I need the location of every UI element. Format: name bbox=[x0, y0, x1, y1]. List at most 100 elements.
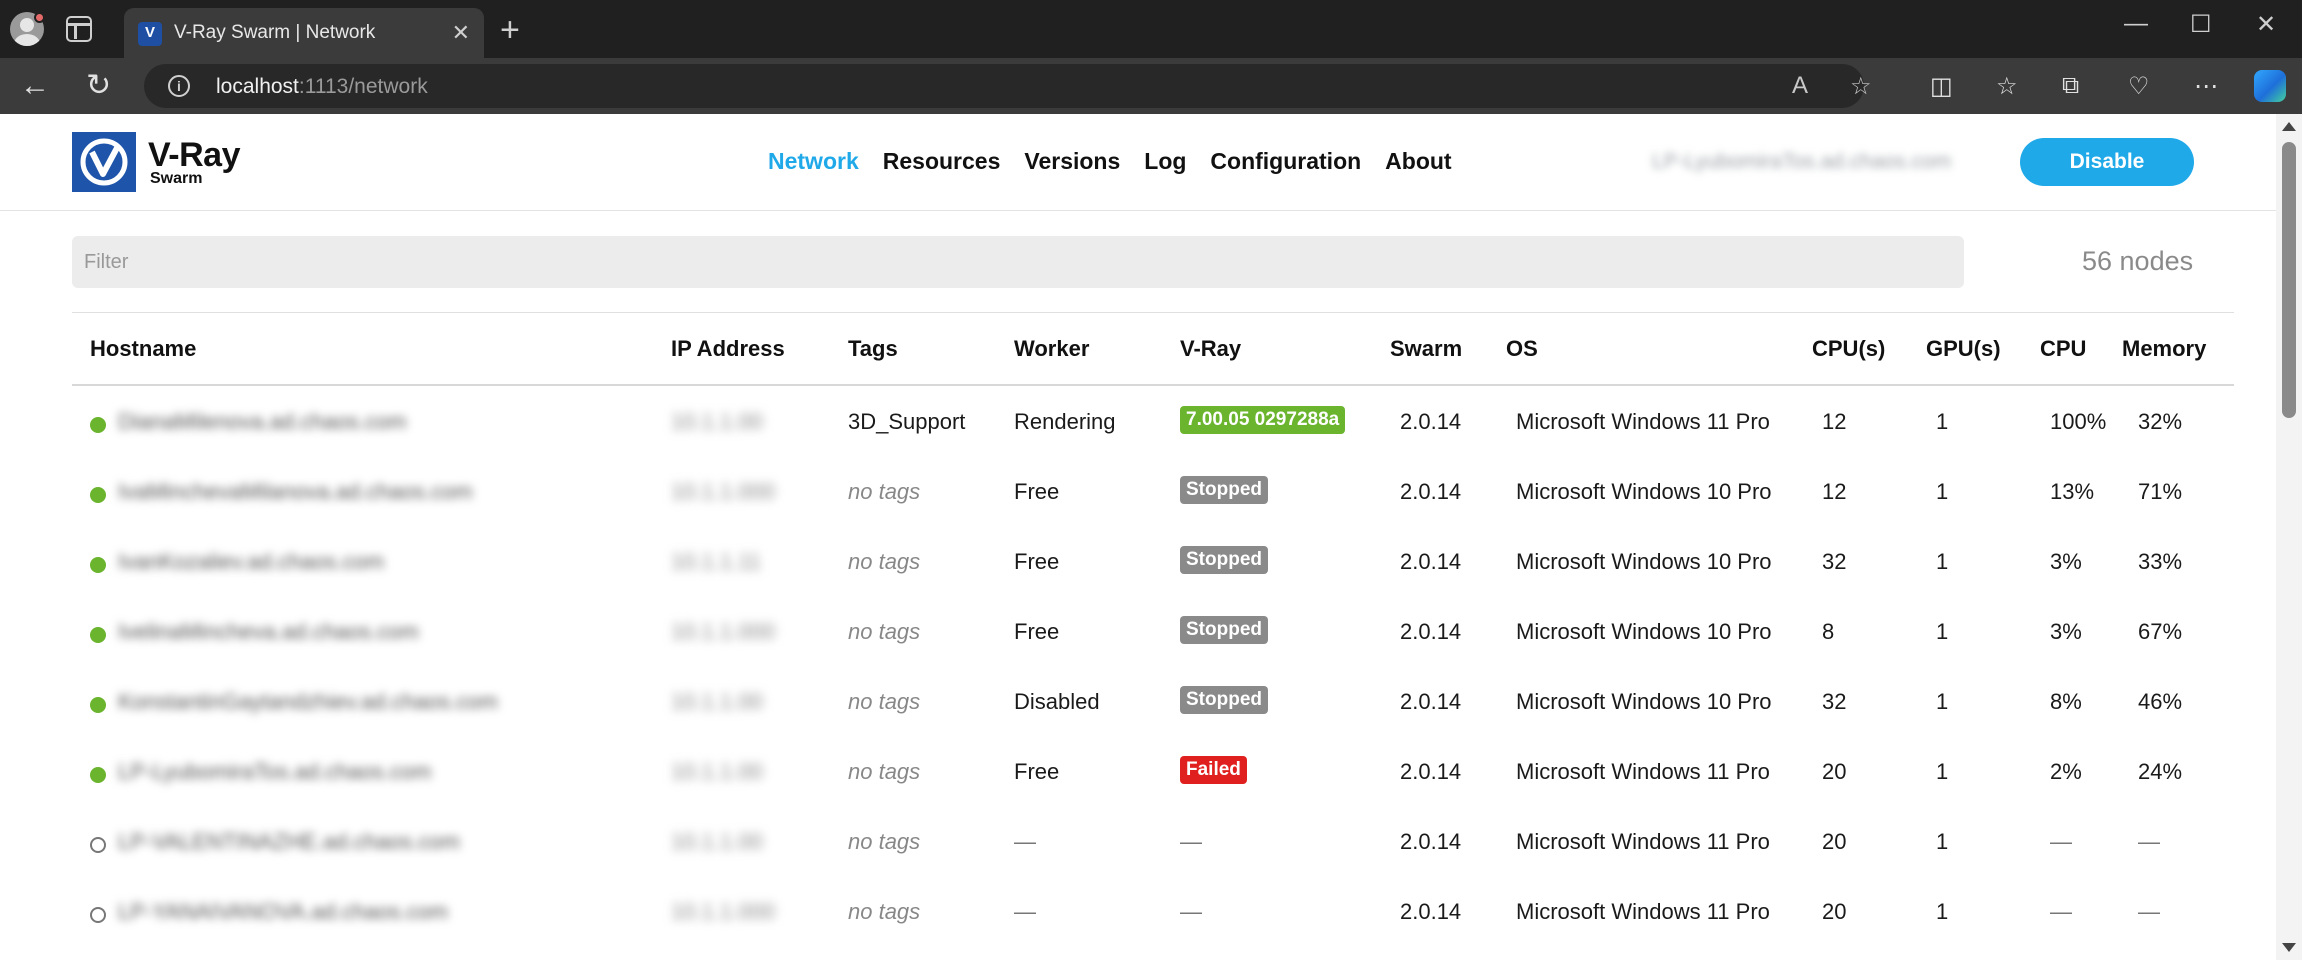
read-aloud-icon[interactable]: A bbox=[1792, 72, 1808, 100]
hostname[interactable]: KonstantinGaytandzhiev.ad.chaos.com bbox=[118, 689, 498, 715]
swarm-version: 2.0.14 bbox=[1400, 549, 1462, 574]
close-tab-icon[interactable]: ✕ bbox=[452, 20, 470, 46]
vray-status-badge: 7.00.05 0297288a bbox=[1180, 406, 1346, 434]
scrollbar[interactable] bbox=[2276, 114, 2302, 960]
back-icon[interactable]: ← bbox=[20, 66, 50, 106]
os-name: Microsoft Windows 10 Pro bbox=[1516, 689, 1772, 714]
worker-status: Free bbox=[1014, 619, 1060, 644]
hostname[interactable]: IvanKozaliev.ad.chaos.com bbox=[118, 549, 384, 575]
tags: no tags bbox=[848, 899, 921, 924]
minimize-icon[interactable]: — bbox=[2124, 10, 2148, 38]
os-name: Microsoft Windows 11 Pro bbox=[1516, 759, 1770, 784]
hostname[interactable]: IvaMinchevaMilanova.ad.chaos.com bbox=[118, 479, 473, 505]
col-hostname[interactable]: Hostname bbox=[90, 336, 196, 362]
col-cpus[interactable]: CPU(s) bbox=[1812, 336, 1885, 362]
browser-tab[interactable]: V-Ray Swarm | Network ✕ bbox=[124, 8, 484, 58]
nav-log[interactable]: Log bbox=[1144, 148, 1186, 175]
vray-status-badge: Stopped bbox=[1180, 686, 1268, 714]
col-swarm[interactable]: Swarm bbox=[1390, 336, 1462, 362]
hostname[interactable]: LP-VALENTINAZHE.ad.chaos.com bbox=[118, 829, 460, 855]
collections-icon[interactable]: ⧉ bbox=[2062, 72, 2079, 100]
gpu-count: 1 bbox=[1936, 899, 1949, 924]
table-row[interactable]: LP-YANAIVANOVA.ad.chaos.com 10.1.1.000 no … bbox=[72, 878, 2234, 948]
col-vray[interactable]: V-Ray bbox=[1180, 336, 1241, 362]
cpu-usage: 100% bbox=[2050, 409, 2107, 434]
tab-actions-icon[interactable] bbox=[66, 16, 92, 42]
col-gpus[interactable]: GPU(s) bbox=[1926, 336, 2001, 362]
node-count: 56 nodes bbox=[2082, 246, 2194, 276]
logo-subtitle: Swarm bbox=[150, 170, 203, 187]
nav-network[interactable]: Network bbox=[768, 148, 859, 175]
ip-address: 10.1.1.000 bbox=[671, 619, 775, 644]
nav-resources[interactable]: Resources bbox=[883, 148, 1001, 175]
ip-address: 10.1.1.000 bbox=[671, 899, 775, 924]
favorite-star-icon[interactable]: ☆ bbox=[1850, 72, 1872, 101]
url-text: localhost:1113/network bbox=[216, 75, 428, 98]
disable-button[interactable]: Disable bbox=[2020, 138, 2194, 186]
table-header: Hostname IP Address Tags Worker V-Ray Sw… bbox=[72, 314, 2234, 386]
url-field[interactable]: i localhost:1113/network A ☆ bbox=[144, 64, 1872, 108]
table-row[interactable]: IvanKozaliev.ad.chaos.com 10.1.1.11 no tag… bbox=[72, 528, 2234, 598]
cpu-count: 20 bbox=[1822, 829, 1847, 854]
table-row[interactable]: DianaMilenova.ad.chaos.com 10.1.1.00 3D_Su… bbox=[72, 388, 2234, 458]
scrollbar-thumb[interactable] bbox=[2282, 142, 2296, 418]
browser-essentials-icon[interactable]: ♡ bbox=[2128, 72, 2150, 101]
scroll-down-icon[interactable] bbox=[2282, 943, 2296, 952]
tags: no tags bbox=[848, 829, 921, 854]
scroll-up-icon[interactable] bbox=[2282, 122, 2296, 131]
nav-versions[interactable]: Versions bbox=[1024, 148, 1120, 175]
copilot-icon[interactable] bbox=[2254, 70, 2286, 102]
col-worker[interactable]: Worker bbox=[1014, 336, 1089, 362]
ip-address: 10.1.1.00 bbox=[671, 829, 763, 854]
current-host: LP-LyubomiraTos.ad.chaos.com bbox=[1652, 150, 1952, 173]
cpu-count: 32 bbox=[1822, 549, 1847, 574]
col-ip-address[interactable]: IP Address bbox=[671, 336, 785, 362]
online-status-icon bbox=[90, 627, 106, 643]
os-name: Microsoft Windows 10 Pro bbox=[1516, 619, 1772, 644]
tab-title: V-Ray Swarm | Network bbox=[174, 22, 376, 43]
site-info-icon[interactable]: i bbox=[168, 75, 190, 97]
tags: no tags bbox=[848, 689, 921, 714]
gpu-count: 1 bbox=[1936, 619, 1949, 644]
table-row[interactable]: LP-VALENTINAZHE.ad.chaos.com 10.1.1.00 no … bbox=[72, 808, 2234, 878]
split-screen-icon[interactable]: ◫ bbox=[1930, 72, 1953, 101]
hostname[interactable]: IvelinaMincheva.ad.chaos.com bbox=[118, 619, 419, 645]
hostname[interactable]: LP-YANAIVANOVA.ad.chaos.com bbox=[118, 899, 448, 925]
os-name: Microsoft Windows 10 Pro bbox=[1516, 479, 1772, 504]
ip-address: 10.1.1.00 bbox=[671, 409, 763, 434]
hostname[interactable]: DianaMilenova.ad.chaos.com bbox=[118, 409, 407, 435]
nav-configuration[interactable]: Configuration bbox=[1210, 148, 1361, 175]
swarm-version: 2.0.14 bbox=[1400, 479, 1462, 504]
ip-address: 10.1.1.00 bbox=[671, 689, 763, 714]
table-row[interactable]: LP-LyubomiraTos.ad.chaos.com 10.1.1.00 no … bbox=[72, 738, 2234, 808]
favorites-icon[interactable]: ☆ bbox=[1996, 72, 2018, 101]
filter-input[interactable] bbox=[72, 236, 1964, 288]
table-row[interactable]: IvelinaMincheva.ad.chaos.com 10.1.1.000 no… bbox=[72, 598, 2234, 668]
app-header: V-Ray Swarm Network Resources Versions L… bbox=[0, 114, 2276, 211]
online-status-icon bbox=[90, 417, 106, 433]
col-memory[interactable]: Memory bbox=[2122, 336, 2206, 362]
new-tab-icon[interactable]: + bbox=[500, 10, 520, 50]
vray-logo-icon bbox=[72, 132, 136, 192]
col-cpu[interactable]: CPU bbox=[2040, 336, 2086, 362]
nav-about[interactable]: About bbox=[1385, 148, 1451, 175]
online-status-icon bbox=[90, 557, 106, 573]
offline-status-icon bbox=[90, 907, 106, 923]
reload-icon[interactable]: ↻ bbox=[86, 66, 111, 106]
col-os[interactable]: OS bbox=[1506, 336, 1538, 362]
os-name: Microsoft Windows 10 Pro bbox=[1516, 549, 1772, 574]
cpu-usage: 13% bbox=[2050, 479, 2095, 504]
hostname[interactable]: LP-LyubomiraTos.ad.chaos.com bbox=[118, 759, 431, 785]
maximize-icon[interactable]: ☐ bbox=[2190, 10, 2212, 39]
more-options-icon[interactable]: ⋯ bbox=[2194, 72, 2218, 101]
close-window-icon[interactable]: ✕ bbox=[2256, 10, 2276, 39]
ip-address: 10.1.1.11 bbox=[671, 549, 762, 574]
table-row[interactable]: KonstantinGaytandzhiev.ad.chaos.com 10.1.… bbox=[72, 668, 2234, 738]
browser-tab-bar: V-Ray Swarm | Network ✕ + — ☐ ✕ bbox=[0, 0, 2302, 58]
col-tags[interactable]: Tags bbox=[848, 336, 898, 362]
tags: 3D_Support bbox=[848, 409, 966, 434]
vray-status-badge: — bbox=[1180, 899, 1202, 924]
table-row[interactable]: IvaMinchevaMilanova.ad.chaos.com 10.1.1.0… bbox=[72, 458, 2234, 528]
cpu-count: 20 bbox=[1822, 899, 1847, 924]
cpu-count: 20 bbox=[1822, 759, 1847, 784]
